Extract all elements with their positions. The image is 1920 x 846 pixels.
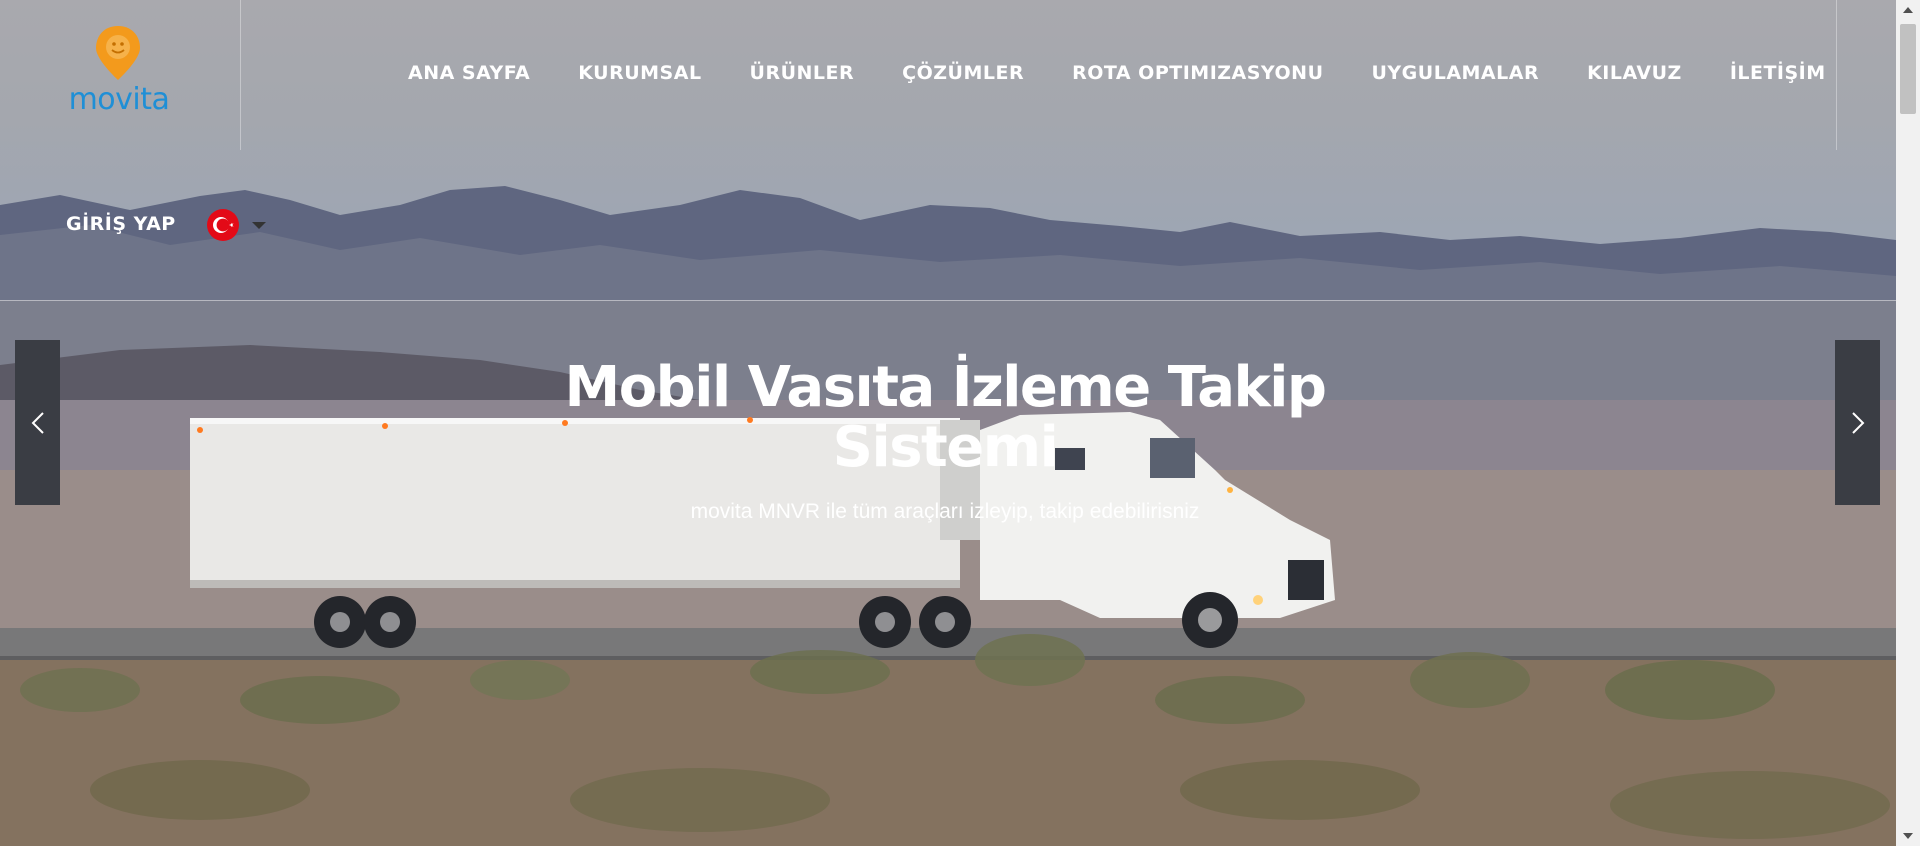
page: movita ANA SAYFA KURUMSAL ÜRÜNLER ÇÖZÜML…	[0, 0, 1896, 846]
hero-title: Mobil Vasıta İzleme Takip Sistemi	[564, 355, 1327, 480]
nav-item-uygulamalar[interactable]: UYGULAMALAR	[1372, 62, 1540, 84]
slider-prev-button[interactable]	[15, 340, 60, 505]
header-divider-left	[240, 0, 241, 150]
scrollbar-thumb[interactable]	[1900, 24, 1916, 114]
header-divider-right	[1836, 0, 1837, 150]
chevron-left-icon	[31, 411, 44, 434]
main-nav: ANA SAYFA KURUMSAL ÜRÜNLER ÇÖZÜMLER ROTA…	[408, 62, 1826, 84]
nav-item-rota-optimizasyonu[interactable]: ROTA OPTIMIZASYONU	[1072, 62, 1323, 84]
location-pin-icon	[96, 26, 140, 80]
nav-item-ana-sayfa[interactable]: ANA SAYFA	[408, 62, 530, 84]
scroll-down-icon[interactable]	[1896, 826, 1920, 846]
language-selector[interactable]	[206, 208, 266, 242]
nav-item-iletisim[interactable]: İLETİŞİM	[1730, 62, 1826, 84]
header-bottom-divider	[0, 300, 1896, 301]
turkey-flag-icon	[207, 209, 239, 241]
slider-next-button[interactable]	[1835, 340, 1880, 505]
page-scrollbar[interactable]	[1896, 0, 1920, 846]
nav-item-urunler[interactable]: ÜRÜNLER	[750, 62, 855, 84]
chevron-down-icon	[252, 221, 266, 229]
nav-item-kurumsal[interactable]: KURUMSAL	[578, 62, 701, 84]
nav-item-cozumler[interactable]: ÇÖZÜMLER	[902, 62, 1024, 84]
brand-name: movita	[68, 82, 170, 117]
brand-logo[interactable]: movita	[60, 22, 178, 117]
truck-grille	[1288, 560, 1324, 600]
chevron-right-icon	[1851, 411, 1864, 434]
scroll-up-icon[interactable]	[1896, 0, 1920, 20]
hero-subtitle: movita MNVR ile tüm araçları izleyip, ta…	[690, 500, 1200, 523]
login-link[interactable]: GİRİŞ YAP	[66, 213, 176, 235]
nav-item-kilavuz[interactable]: KILAVUZ	[1587, 62, 1682, 84]
